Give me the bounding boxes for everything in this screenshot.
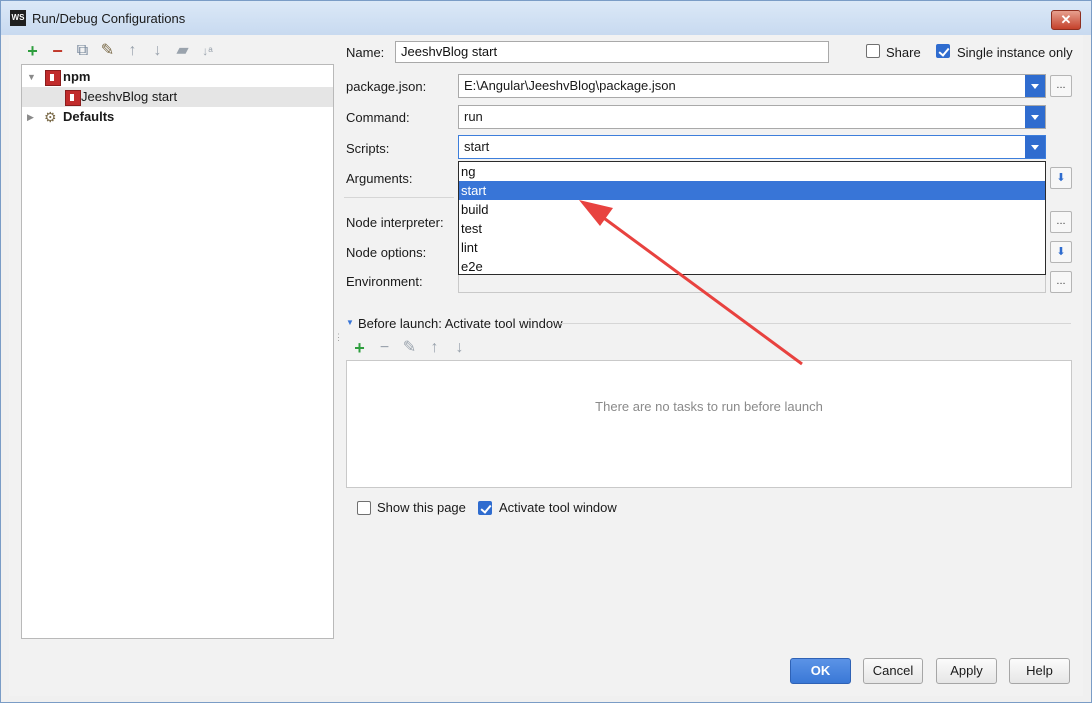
dialog-window: WS Run/Debug Configurations ✕ + − ⧉ ✎ ↑ …: [0, 0, 1092, 703]
close-button[interactable]: ✕: [1051, 10, 1081, 30]
title-bar: WS Run/Debug Configurations ✕: [1, 1, 1091, 35]
window-title: Run/Debug Configurations: [32, 11, 186, 26]
dialog-content: + − ⧉ ✎ ↑ ↓ ▰ ↓ᵃ ▼ npm JeeshvBlog start …: [9, 35, 1083, 696]
arrow-line: [596, 211, 803, 366]
cancel-button[interactable]: Cancel: [863, 658, 923, 684]
apply-button[interactable]: Apply: [936, 658, 997, 684]
ok-button[interactable]: OK: [790, 658, 851, 684]
webstorm-app-icon: WS: [10, 10, 26, 26]
help-button[interactable]: Help: [1009, 658, 1070, 684]
annotation-arrow: [579, 200, 803, 366]
